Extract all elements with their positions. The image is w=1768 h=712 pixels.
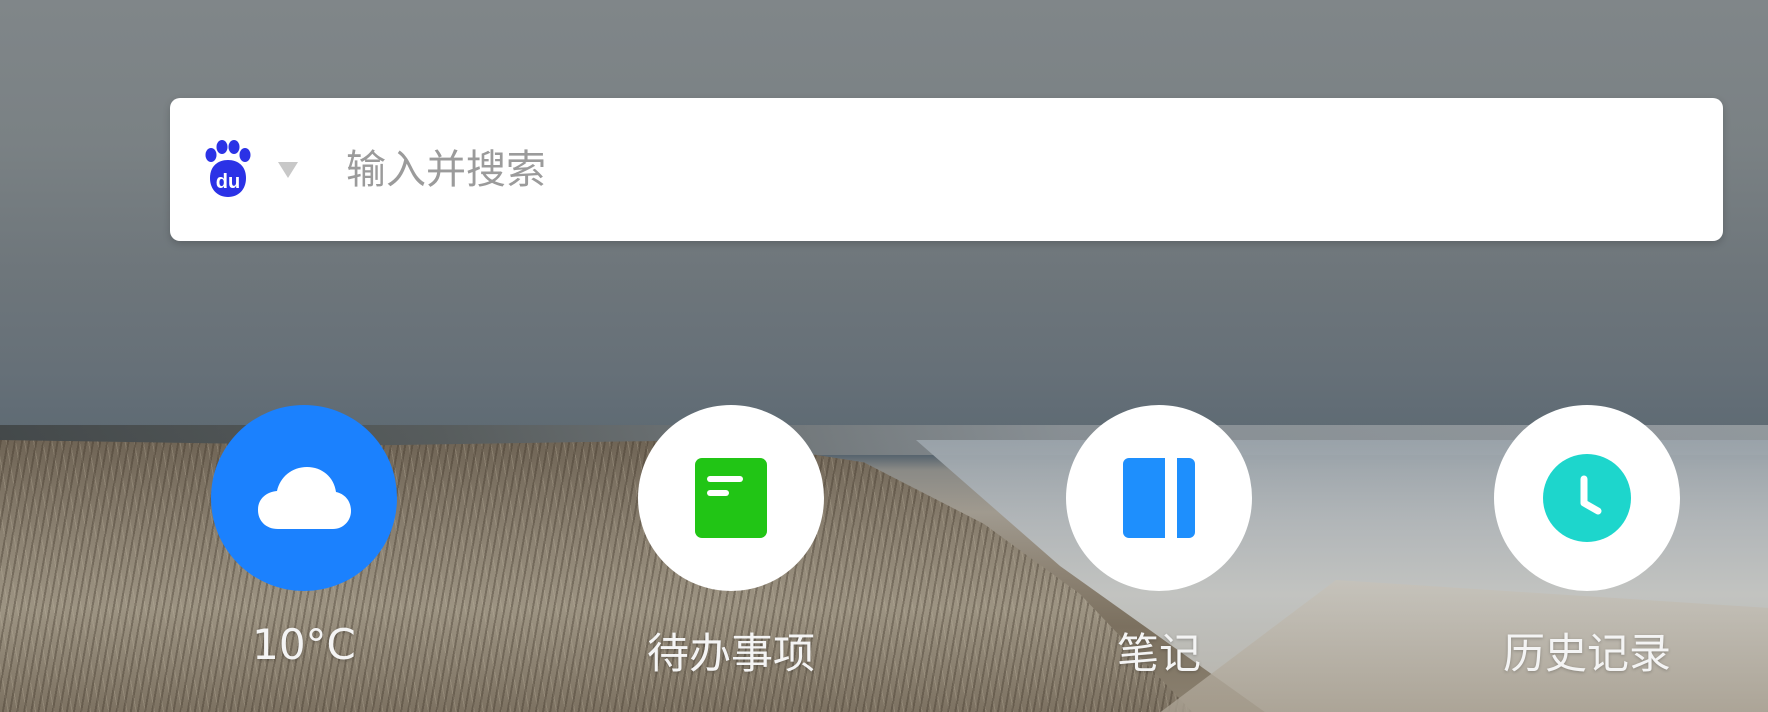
svg-text:du: du [216,171,240,193]
shortcut-notes[interactable]: 笔记 [1066,405,1252,678]
shortcut-label-notes: 笔记 [1116,629,1201,678]
shortcut-weather[interactable]: 10°C [211,405,397,675]
cloud-icon [258,467,351,529]
todo-button[interactable] [638,405,824,591]
clock-icon [1543,454,1631,542]
shortcut-label-weather: 10°C [252,620,356,669]
shortcut-history[interactable]: 历史记录 [1494,405,1680,678]
search-input[interactable] [346,134,1676,206]
shortcut-label-todo: 待办事项 [646,629,815,678]
history-button[interactable] [1494,405,1680,591]
shortcut-todo[interactable]: 待办事项 [638,405,824,678]
todo-icon [695,458,767,538]
new-tab-page: du 10°C 待办事项 笔记 [0,0,1768,712]
baidu-logo-icon[interactable]: du [200,140,256,198]
notebook-icon [1123,458,1195,538]
weather-button[interactable] [211,405,397,591]
notes-button[interactable] [1066,405,1252,591]
caret-down-icon[interactable] [278,162,298,178]
search-box: du [170,98,1723,241]
shortcut-label-history: 历史记录 [1502,629,1671,678]
